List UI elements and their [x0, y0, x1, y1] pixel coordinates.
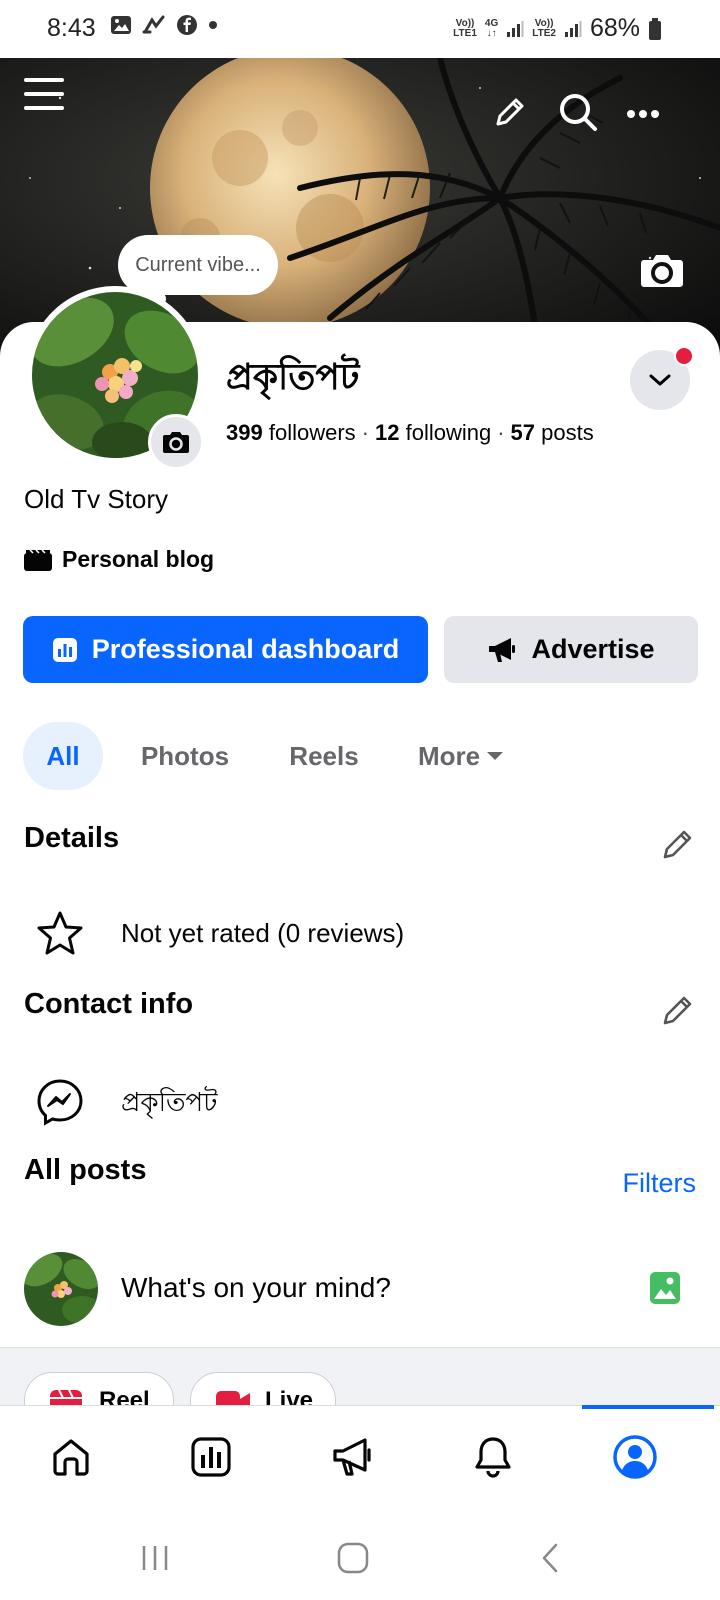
- following-count[interactable]: 12: [375, 420, 399, 445]
- tab-more-label: More: [417, 740, 481, 771]
- composer-input[interactable]: What's on your mind?: [121, 1272, 391, 1304]
- details-title: Details: [24, 822, 120, 854]
- status-right: Vo)) LTE1 4G ↓↑ Vo)) LTE2 68%: [453, 14, 662, 43]
- advertise-button[interactable]: Advertise: [444, 616, 698, 683]
- status-time: 8:43: [47, 14, 96, 42]
- tab-photos[interactable]: Photos: [128, 722, 242, 790]
- followers-count[interactable]: 399: [226, 420, 263, 445]
- sim2-indicator: Vo)) LTE2: [532, 17, 556, 39]
- sim1-indicator: Vo)) LTE1: [453, 17, 477, 39]
- system-navigation: [0, 1515, 720, 1600]
- back-icon[interactable]: [538, 1541, 562, 1575]
- recent-apps-icon[interactable]: [140, 1543, 170, 1573]
- home-icon: [53, 1439, 89, 1476]
- followers-label[interactable]: followers: [269, 420, 356, 445]
- nav-profile[interactable]: [610, 1432, 660, 1482]
- chevron-down-icon: [649, 374, 671, 386]
- edit-profile-icon[interactable]: [492, 94, 528, 135]
- clapperboard-icon: [24, 548, 52, 571]
- dashboard-icon: [191, 1437, 231, 1477]
- tab-more[interactable]: More: [406, 722, 516, 790]
- current-vibe-bubble[interactable]: Current vibe...: [118, 235, 278, 295]
- battery-percent: 68%: [589, 14, 640, 42]
- advertise-label: Advertise: [531, 634, 655, 664]
- profile-icon: [613, 1435, 657, 1479]
- profile-name: প্রকৃতিপট: [226, 357, 360, 398]
- network-indicator: 4G ↓↑: [484, 17, 499, 39]
- notification-icons: [110, 14, 218, 36]
- professional-dashboard-label: Professional dashboard: [91, 634, 400, 664]
- bell-icon: [475, 1437, 511, 1478]
- more-options-icon[interactable]: [626, 106, 660, 124]
- avatar-camera-button[interactable]: [148, 414, 204, 470]
- camera-icon: [163, 432, 189, 453]
- filters-link[interactable]: Filters: [623, 1168, 697, 1199]
- all-posts-title: All posts: [24, 1154, 147, 1186]
- messenger-name[interactable]: প্রকৃতিপট: [121, 1082, 217, 1126]
- professional-dashboard-button[interactable]: Professional dashboard: [23, 616, 428, 683]
- posts-count: 57: [510, 420, 536, 445]
- nav-home[interactable]: [46, 1432, 96, 1482]
- active-tab-indicator: [582, 1405, 714, 1409]
- signal-icon: [507, 20, 524, 37]
- messenger-icon: [37, 1079, 83, 1126]
- contact-info-title: Contact info: [24, 988, 194, 1020]
- search-icon[interactable]: [558, 92, 598, 137]
- cover-camera-icon[interactable]: [640, 252, 684, 293]
- signal2-icon: [564, 20, 582, 37]
- megaphone-icon: [333, 1438, 371, 1476]
- status-bar: 8:43 Vo)) LTE1 4G ↓↑ Vo)) LTE2 68%: [0, 0, 720, 58]
- star-icon: [37, 911, 83, 955]
- dashboard-icon: [52, 637, 77, 662]
- battery-icon: [649, 17, 661, 40]
- menu-icon[interactable]: [24, 76, 64, 117]
- posts-label: posts: [541, 420, 594, 445]
- notification-dot: [674, 346, 694, 366]
- profile-bio: Old Tv Story: [24, 484, 169, 514]
- profile-stats: 399 followers · 12 following · 57 posts: [226, 420, 594, 445]
- edit-details-icon[interactable]: [660, 826, 696, 862]
- home-button-icon[interactable]: [336, 1541, 370, 1575]
- gallery-notification-icon: [111, 16, 131, 34]
- composer-avatar[interactable]: [24, 1252, 98, 1326]
- nav-notifications[interactable]: [468, 1432, 518, 1482]
- megaphone-icon: [489, 637, 516, 662]
- tab-all[interactable]: All: [23, 722, 103, 790]
- dot-icon: [209, 21, 217, 29]
- tab-reels[interactable]: Reels: [272, 722, 376, 790]
- nav-dashboard[interactable]: [186, 1432, 236, 1482]
- caret-down-icon: [487, 752, 504, 760]
- nav-ads[interactable]: [328, 1432, 378, 1482]
- profile-category: Personal blog: [24, 546, 214, 573]
- category-label: Personal blog: [62, 546, 215, 572]
- rating-text: Not yet rated (0 reviews): [121, 918, 405, 948]
- edit-contact-icon[interactable]: [660, 992, 696, 1028]
- missed-call-icon: [142, 15, 165, 34]
- facebook-notification-icon: [177, 15, 197, 35]
- add-photo-icon[interactable]: [648, 1270, 682, 1306]
- following-label[interactable]: following: [406, 420, 492, 445]
